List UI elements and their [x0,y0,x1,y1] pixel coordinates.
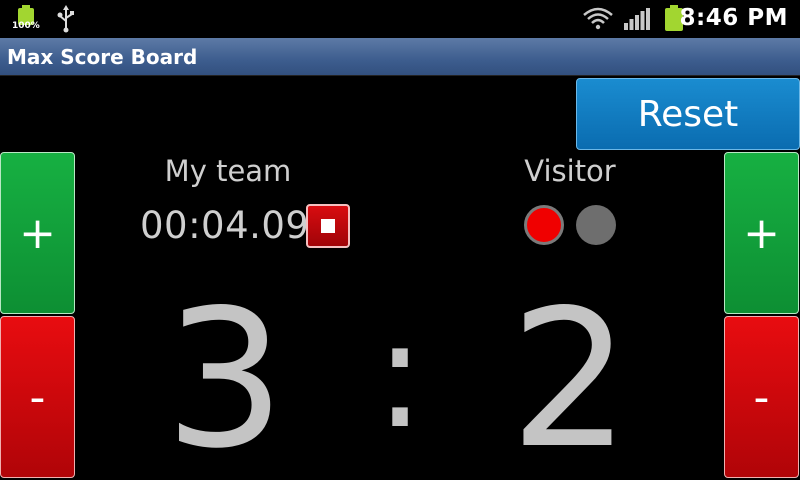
usb-icon [57,5,74,33]
stop-timer-button[interactable] [306,204,350,248]
status-bar: 100% 8:46 PM [0,0,800,38]
game-timer: 00:04.09 [140,204,310,247]
home-team-name: My team [164,154,292,188]
home-increment-button[interactable]: + [0,152,75,314]
stop-icon [321,219,335,233]
battery-percent: 100% [12,21,40,31]
visitor-team-name: Visitor [524,154,616,188]
visitor-decrement-button[interactable]: - [724,316,799,478]
signal-icon [624,8,650,30]
visitor-score: 2 [509,269,631,480]
app-title: Max Score Board [7,45,198,69]
home-score: 3 [164,269,286,480]
title-bar: Max Score Board [0,38,800,76]
score-separator: : [374,288,426,462]
home-decrement-button[interactable]: - [0,316,75,478]
indicator-inactive-dot[interactable] [576,205,616,245]
indicator-active-dot[interactable] [524,205,564,245]
reset-button[interactable]: Reset [576,78,800,150]
visitor-increment-button[interactable]: + [724,152,799,314]
wifi-icon [583,7,613,30]
clock-time: 8:46 PM [679,5,788,31]
